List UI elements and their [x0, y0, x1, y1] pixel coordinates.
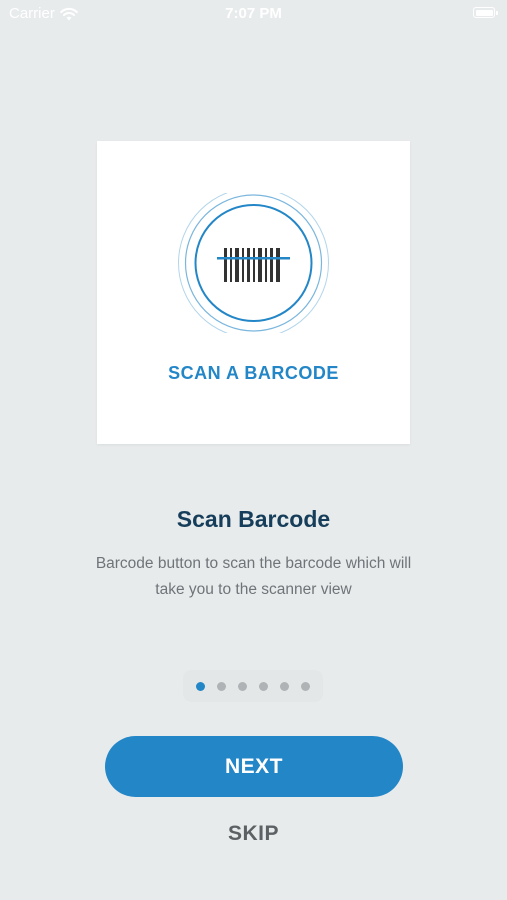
page-indicator[interactable]: [183, 670, 323, 702]
page-dot-1[interactable]: [196, 681, 205, 691]
status-time: 7:07 PM: [225, 5, 282, 22]
status-bar: Carrier 7:07 PM: [0, 0, 507, 28]
next-button[interactable]: NEXT: [105, 736, 403, 797]
page-title: Scan Barcode: [176, 506, 331, 532]
battery-icon: [473, 7, 498, 18]
page-dot-6[interactable]: [301, 681, 310, 691]
page-description: Barcode button to scan the barcode which…: [95, 555, 412, 598]
page-dot-3[interactable]: [238, 681, 247, 691]
page-dot-5[interactable]: [280, 681, 289, 691]
skip-button[interactable]: SKIP: [0, 822, 507, 846]
page-dot-2[interactable]: [217, 681, 226, 691]
barcode-scan-icon: [178, 193, 329, 333]
illustration-card: SCAN A BARCODE: [97, 141, 410, 444]
illustration-caption: SCAN A BARCODE: [168, 363, 339, 383]
page-dot-4[interactable]: [259, 681, 268, 691]
